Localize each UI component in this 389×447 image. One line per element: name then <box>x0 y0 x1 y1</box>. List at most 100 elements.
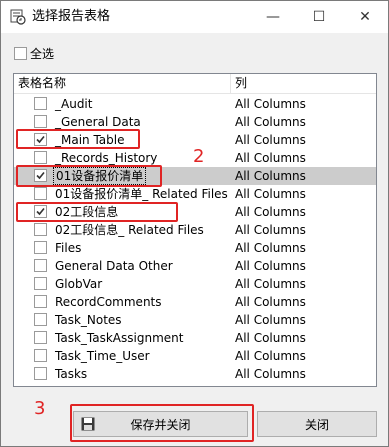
table-name-cell[interactable]: 02工段信息_ Related Files <box>14 221 231 239</box>
table-name-label: Task_TaskAssignment <box>55 331 184 345</box>
table-row[interactable]: 01设备报价清单_ Related Files All Columns <box>14 185 376 203</box>
checkmark-icon <box>36 171 45 180</box>
table-row[interactable]: Tasks All Columns <box>14 365 376 383</box>
table-row[interactable]: General Data Other All Columns <box>14 257 376 275</box>
unchecked-checkbox[interactable] <box>34 295 47 308</box>
maximize-button[interactable]: ☐ <box>296 1 342 33</box>
table-name-label: _General Data <box>55 115 141 129</box>
table-row[interactable]: _Audit All Columns <box>14 95 376 113</box>
columns-cell[interactable]: All Columns <box>231 329 376 347</box>
table-name-cell[interactable]: Task_TaskAssignment <box>14 329 231 347</box>
table-name-cell[interactable]: RecordComments <box>14 293 231 311</box>
table-name-label: GlobVar <box>55 277 103 291</box>
columns-cell[interactable]: All Columns <box>231 113 376 131</box>
table-name-cell[interactable]: Files <box>14 239 231 257</box>
table-row[interactable]: 02工段信息 All Columns <box>14 203 376 221</box>
columns-cell[interactable]: All Columns <box>231 293 376 311</box>
table-name-label: Task_Time_User <box>55 349 150 363</box>
columns-cell[interactable]: All Columns <box>231 203 376 221</box>
columns-cell[interactable]: All Columns <box>231 221 376 239</box>
maximize-icon: ☐ <box>312 9 326 25</box>
table-row[interactable]: Files All Columns <box>14 239 376 257</box>
save-and-close-label: 保存并关闭 <box>130 417 191 432</box>
window-title: 选择报告表格 <box>32 9 111 24</box>
annotation-step-3: 3 <box>34 398 46 419</box>
minimize-icon: — <box>266 9 280 25</box>
table-name-cell[interactable]: 02工段信息 <box>14 203 231 221</box>
table-name-cell[interactable]: Tasks <box>14 365 231 383</box>
unchecked-checkbox[interactable] <box>34 151 47 164</box>
unchecked-checkbox[interactable] <box>34 367 47 380</box>
columns-cell[interactable]: All Columns <box>231 95 376 113</box>
minimize-button[interactable]: — <box>250 1 296 33</box>
columns-cell[interactable]: All Columns <box>231 257 376 275</box>
columns-cell[interactable]: All Columns <box>231 311 376 329</box>
select-all-checkbox[interactable]: 全选 <box>14 45 54 62</box>
unchecked-checkbox[interactable] <box>34 349 47 362</box>
close-window-button[interactable]: ✕ <box>342 1 388 33</box>
unchecked-checkbox[interactable] <box>34 115 47 128</box>
save-and-close-button[interactable]: 保存并关闭 <box>73 411 248 437</box>
unchecked-checkbox[interactable] <box>34 97 47 110</box>
columns-cell[interactable]: All Columns <box>231 275 376 293</box>
table-name-label: 01设备报价清单_ Related Files <box>55 187 228 201</box>
unchecked-checkbox[interactable] <box>34 331 47 344</box>
columns-cell[interactable]: All Columns <box>231 347 376 365</box>
columns-cell[interactable]: All Columns <box>231 167 376 185</box>
checkmark-icon <box>36 207 45 216</box>
select-all-label: 全选 <box>30 47 55 61</box>
table-row[interactable]: GlobVar All Columns <box>14 275 376 293</box>
columns-cell[interactable]: All Columns <box>231 131 376 149</box>
table-name-label: Files <box>55 241 82 255</box>
columns-cell[interactable]: All Columns <box>231 239 376 257</box>
table-name-cell[interactable]: _Audit <box>14 95 231 113</box>
table-row[interactable]: Task_Notes All Columns <box>14 311 376 329</box>
table-row[interactable]: RecordComments All Columns <box>14 293 376 311</box>
checked-checkbox[interactable] <box>34 133 47 146</box>
table-name-label: Tasks <box>55 367 88 381</box>
columns-cell[interactable]: All Columns <box>231 149 376 167</box>
close-icon: ✕ <box>359 9 371 25</box>
table-row[interactable]: 02工段信息_ Related Files All Columns <box>14 221 376 239</box>
unchecked-checkbox[interactable] <box>34 187 47 200</box>
title-bar: 选择报告表格 — ☐ ✕ <box>1 1 388 33</box>
list-header: 表格名称 列 <box>14 74 376 94</box>
unchecked-checkbox[interactable] <box>34 241 47 254</box>
table-rows: _Audit All Columns _General Data All Column… <box>14 95 376 383</box>
close-button-label: 关闭 <box>304 417 329 432</box>
close-button[interactable]: 关闭 <box>257 411 377 437</box>
column-header-columns[interactable]: 列 <box>231 74 376 94</box>
unchecked-checkbox[interactable] <box>34 313 47 326</box>
table-name-label: _Main Table <box>55 133 125 147</box>
table-name-label: _Audit <box>55 97 93 111</box>
table-row[interactable]: _General Data All Columns <box>14 113 376 131</box>
unchecked-checkbox[interactable] <box>34 223 47 236</box>
unchecked-checkbox[interactable] <box>34 277 47 290</box>
columns-cell[interactable]: All Columns <box>231 185 376 203</box>
floppy-disk-icon <box>81 417 95 431</box>
table-row[interactable]: 01设备报价清单 All Columns <box>14 167 376 185</box>
table-name-label: 02工段信息 <box>55 205 119 219</box>
report-table-dialog: 选择报告表格 — ☐ ✕ 全选 表格名称 列 _Audit All Columns… <box>0 0 389 447</box>
checked-checkbox[interactable] <box>34 169 47 182</box>
unchecked-checkbox[interactable] <box>34 259 47 272</box>
checkbox-box[interactable] <box>14 47 27 60</box>
table-row[interactable]: Task_TaskAssignment All Columns <box>14 329 376 347</box>
table-name-cell[interactable]: 01设备报价清单_ Related Files <box>14 185 231 203</box>
checked-checkbox[interactable] <box>34 205 47 218</box>
table-name-cell[interactable]: 01设备报价清单 <box>14 167 231 185</box>
table-name-label: 01设备报价清单 <box>53 167 147 185</box>
table-name-cell[interactable]: General Data Other <box>14 257 231 275</box>
table-row[interactable]: Task_Time_User All Columns <box>14 347 376 365</box>
columns-cell[interactable]: All Columns <box>231 365 376 383</box>
table-name-cell[interactable]: Task_Notes <box>14 311 231 329</box>
table-name-label: Task_Notes <box>55 313 122 327</box>
table-name-label: RecordComments <box>55 295 162 309</box>
table-name-label: _Records_History <box>55 151 158 165</box>
column-header-table-name[interactable]: 表格名称 <box>14 74 231 94</box>
table-name-cell[interactable]: GlobVar <box>14 275 231 293</box>
table-name-cell[interactable]: Task_Time_User <box>14 347 231 365</box>
table-name-cell[interactable]: _General Data <box>14 113 231 131</box>
table-name-label: General Data Other <box>55 259 173 273</box>
checkmark-icon <box>36 135 45 144</box>
